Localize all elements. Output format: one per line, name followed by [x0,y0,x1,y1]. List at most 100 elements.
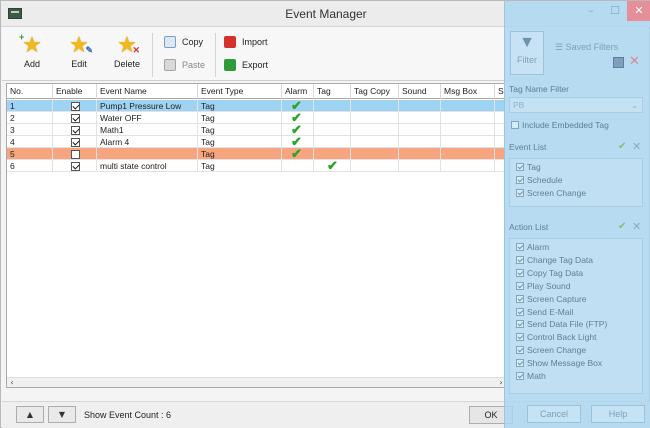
include-embedded-label: Include Embedded Tag [522,120,609,130]
filter-list-item[interactable]: Schedule [516,175,562,185]
filter-list-item[interactable]: Screen Change [516,345,586,355]
filter-list-item[interactable]: Screen Capture [516,294,587,304]
cell-empty [441,100,495,112]
checkbox-icon [516,307,524,316]
filter-button[interactable]: ▼ Filter [510,31,544,75]
filter-list-item-label: Schedule [527,174,563,185]
enable-checkbox[interactable] [71,149,80,159]
table-row[interactable]: 1 Pump1 Pressure Low Tag ✔ [7,100,504,112]
clear-filter-icon[interactable]: ✕ [629,54,640,69]
col-header-tag[interactable]: Tag [314,84,351,99]
cell-event-name: Water OFF [97,112,198,124]
col-header-sound[interactable]: Sound [399,84,441,99]
edit-button[interactable]: ★ ✎ Edit [59,31,99,79]
save-icon[interactable] [613,57,624,68]
cell-alarm [282,160,314,172]
move-down-button[interactable]: ▼ [48,406,76,423]
col-header-no[interactable]: No. [7,84,53,99]
enable-checkbox[interactable] [71,113,80,123]
cell-tag [314,112,351,124]
cell-no: 5 [7,148,53,160]
event-count-label: Show Event Count : 6 [84,410,172,420]
col-header-event-type[interactable]: Event Type [198,84,282,99]
cell-empty [399,124,441,136]
filter-list-item[interactable]: Alarm [516,242,549,252]
col-header-event-name[interactable]: Event Name [97,84,198,99]
saved-filters-label: Saved Filters [565,42,619,52]
tag-name-filter-value: PB [513,100,525,110]
close-icon[interactable]: ✕ [627,1,650,21]
add-button[interactable]: ★ + Add [12,31,52,79]
minimize-icon[interactable]: – [579,1,603,21]
col-header-msg-box[interactable]: Msg Box [441,84,495,99]
delete-button[interactable]: ★ ✕ Delete [107,31,147,79]
table-row[interactable]: 5 Tag ✔ [7,148,504,160]
cell-event-name: Pump1 Pressure Low [97,100,198,112]
checkbox-icon [516,243,524,251]
include-embedded-tag-checkbox[interactable]: Include Embedded Tag [511,120,609,130]
table-row[interactable]: 6 multi state control Tag ✔ [7,160,504,172]
copy-button[interactable]: Copy [162,34,203,50]
move-up-button[interactable]: ▲ [16,406,44,423]
filter-list-item[interactable]: Copy Tag Data [516,268,583,278]
checkbox-icon [516,268,524,277]
cell-empty [441,124,495,136]
table-row[interactable]: 4 Alarm 4 Tag ✔ [7,136,504,148]
cancel-button[interactable]: Cancel [527,405,581,423]
filter-list-item[interactable]: Show Message Box [516,358,602,368]
filter-list-item[interactable]: Tag [516,162,541,172]
cell-empty [441,136,495,148]
checkbox-icon [516,346,524,355]
filter-list-item[interactable]: Math [516,371,546,381]
table-row[interactable]: 3 Math1 Tag ✔ [7,124,504,136]
action-list-label: Action List [509,222,549,232]
maximize-icon[interactable]: ☐ [603,1,627,21]
clear-actions-icon[interactable]: ✕ [632,220,641,233]
delete-label: Delete [113,59,140,69]
cell-no: 3 [7,124,53,136]
filter-list-item-label: Screen Change [527,187,587,198]
filter-list-item[interactable]: Send Data File (FTP) [516,319,607,329]
help-button[interactable]: Help [591,405,645,423]
import-button[interactable]: Import [222,34,268,50]
col-header-tag-copy[interactable]: Tag Copy [351,84,399,99]
scroll-left-icon[interactable]: ‹ [7,378,17,387]
enable-checkbox[interactable] [71,125,80,135]
cell-empty [399,148,441,160]
edit-label: Edit [71,59,87,69]
export-button[interactable]: Export [222,57,268,73]
cell-empty [399,160,441,172]
cell-alarm: ✔ [282,112,314,124]
checkbox-icon [516,281,524,290]
horizontal-scrollbar[interactable]: ‹ › [7,377,504,387]
clear-events-icon[interactable]: ✕ [632,140,641,153]
checkbox-icon [516,255,524,264]
tag-name-filter-input[interactable]: PB ⌄ [509,97,643,113]
select-all-events-icon[interactable]: ✔ [618,141,626,152]
col-header-enable[interactable]: Enable [53,84,97,99]
checkbox-icon [516,320,524,329]
filter-list-item[interactable]: Send E-Mail [516,307,573,317]
event-list-label: Event List [509,142,547,152]
check-icon: ✔ [291,100,302,112]
filter-list-item[interactable]: Screen Change [516,188,586,198]
toolbar-divider [215,33,216,77]
filter-list-item[interactable]: Control Back Light [516,332,596,342]
enable-checkbox[interactable] [71,101,80,111]
paste-button[interactable]: Paste [162,57,205,73]
filter-list-item-label: Send E-Mail [527,306,574,317]
table-row[interactable]: 2 Water OFF Tag ✔ [7,112,504,124]
filter-list-item[interactable]: Change Tag Data [516,255,593,265]
filter-list-item-label: Screen Change [527,345,587,356]
check-icon: ✔ [327,160,338,172]
enable-checkbox[interactable] [71,161,80,171]
cell-tag [314,148,351,160]
select-all-actions-icon[interactable]: ✔ [618,221,626,232]
cell-event-type: Tag [198,160,282,172]
col-header-alarm[interactable]: Alarm [282,84,314,99]
enable-checkbox[interactable] [71,137,80,147]
cell-empty [351,112,399,124]
filter-list-item-label: Show Message Box [527,358,603,369]
filter-list-item[interactable]: Play Sound [516,281,570,291]
cell-event-name: Alarm 4 [97,136,198,148]
